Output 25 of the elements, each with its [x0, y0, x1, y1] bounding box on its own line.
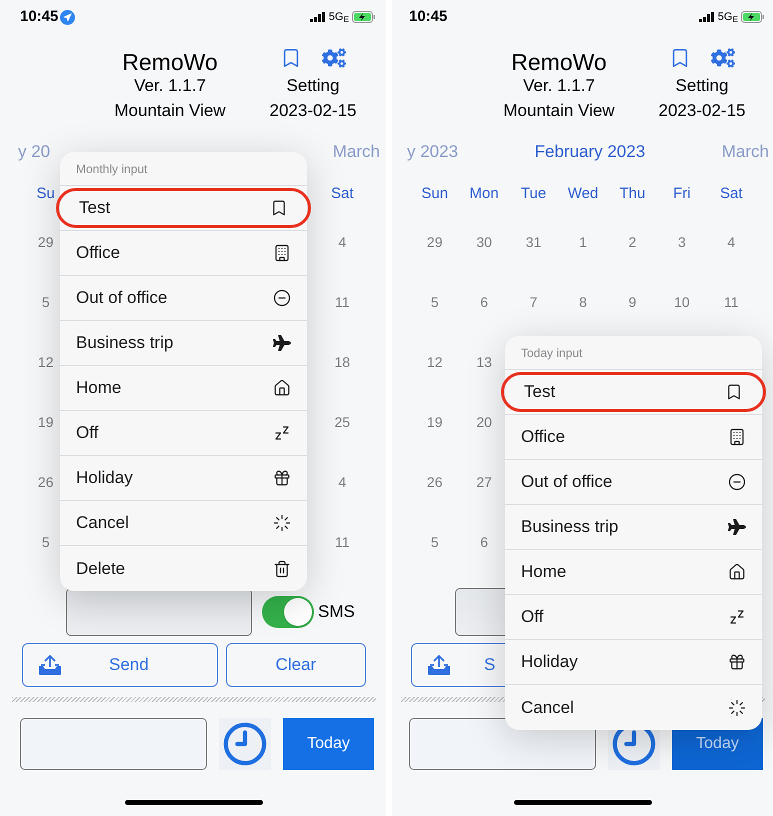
weekday-label: Fri: [673, 184, 691, 204]
weekday-label: Tue: [520, 184, 546, 204]
sms-label: SMS: [318, 601, 355, 624]
network-label: 5G$_{E}$: [328, 10, 349, 26]
status-time: 10:45: [20, 6, 58, 27]
weekday-label: Wed: [568, 184, 598, 204]
network-label: 5G$_{E}$: [718, 10, 738, 26]
weekday-label: Sat: [331, 184, 354, 204]
version-label: Ver. 1.1.7: [134, 75, 206, 98]
weekday-label: Sat: [720, 184, 743, 204]
location-label: Mountain View: [503, 100, 615, 122]
menu-title: Today input: [521, 344, 582, 362]
version-label: Ver. 1.1.7: [523, 75, 595, 98]
status-time: 10:45: [409, 6, 448, 27]
menu-title: Monthly input: [76, 160, 148, 178]
weekday-label: Su: [36, 184, 55, 204]
date-label: 2023-02-15: [270, 100, 356, 122]
weekday-label: Thu: [619, 184, 646, 204]
date-label: 2023-02-15: [658, 100, 746, 122]
app-title: RemoWo: [511, 48, 607, 76]
location-label: Mountain View: [114, 100, 226, 122]
weekday-label: Sun: [421, 184, 448, 204]
app-title: RemoWo: [122, 48, 218, 76]
weekday-label: Mon: [470, 184, 499, 204]
month-title: February 2023: [534, 141, 646, 164]
